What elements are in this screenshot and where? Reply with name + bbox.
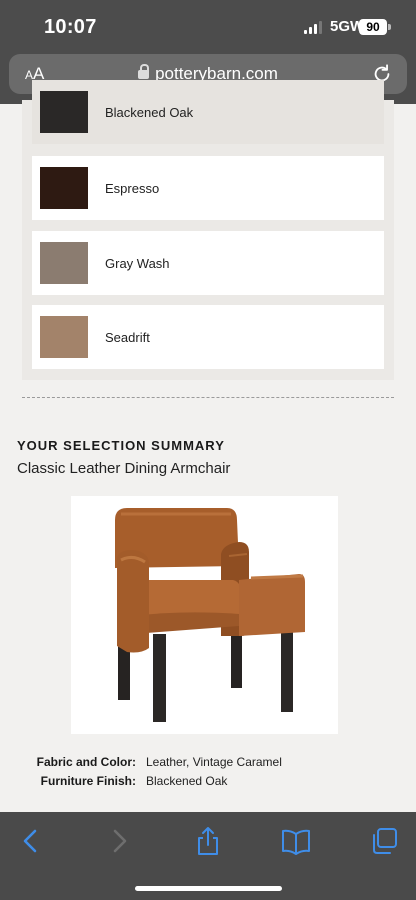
finish-option-gray-wash[interactable]: Gray Wash <box>32 231 384 295</box>
finish-option-seadrift[interactable]: Seadrift <box>32 305 384 369</box>
forward-icon[interactable] <box>104 826 134 856</box>
home-indicator[interactable] <box>135 886 282 891</box>
battery-icon: 90 <box>359 19 387 35</box>
finish-option-label: Blackened Oak <box>105 104 194 120</box>
fabric-color-label: Fabric and Color: <box>36 755 136 769</box>
finish-swatch <box>40 167 88 209</box>
finish-swatch <box>40 316 88 358</box>
finish-option-label: Gray Wash <box>105 255 170 271</box>
summary-product-name: Classic Leather Dining Armchair <box>17 460 231 477</box>
summary-heading: YOUR SELECTION SUMMARY <box>17 438 225 453</box>
fabric-color-value: Leather, Vintage Caramel <box>146 755 282 769</box>
finish-swatch <box>40 91 88 133</box>
armchair-illustration <box>115 508 305 722</box>
cellular-signal-icon <box>304 21 324 34</box>
share-icon[interactable] <box>193 826 223 856</box>
furniture-finish-value: Blackened Oak <box>146 774 228 788</box>
back-icon[interactable] <box>16 826 46 856</box>
section-divider <box>22 397 394 398</box>
bookmarks-icon[interactable] <box>281 826 311 856</box>
lock-icon <box>138 64 150 79</box>
finish-option-blackened-oak[interactable]: Blackened Oak <box>32 80 384 144</box>
product-image <box>71 496 338 734</box>
battery-tip <box>388 24 391 30</box>
finish-option-label: Espresso <box>105 180 160 196</box>
finish-options-panel: Blackened Oak Espresso Gray Wash Seadrif… <box>22 80 394 380</box>
status-time: 10:07 <box>44 16 97 38</box>
tabs-icon[interactable] <box>369 826 399 856</box>
finish-option-label: Seadrift <box>105 329 150 345</box>
furniture-finish-label: Furniture Finish: <box>40 774 136 788</box>
finish-option-espresso[interactable]: Espresso <box>32 156 384 220</box>
finish-swatch <box>40 242 88 284</box>
